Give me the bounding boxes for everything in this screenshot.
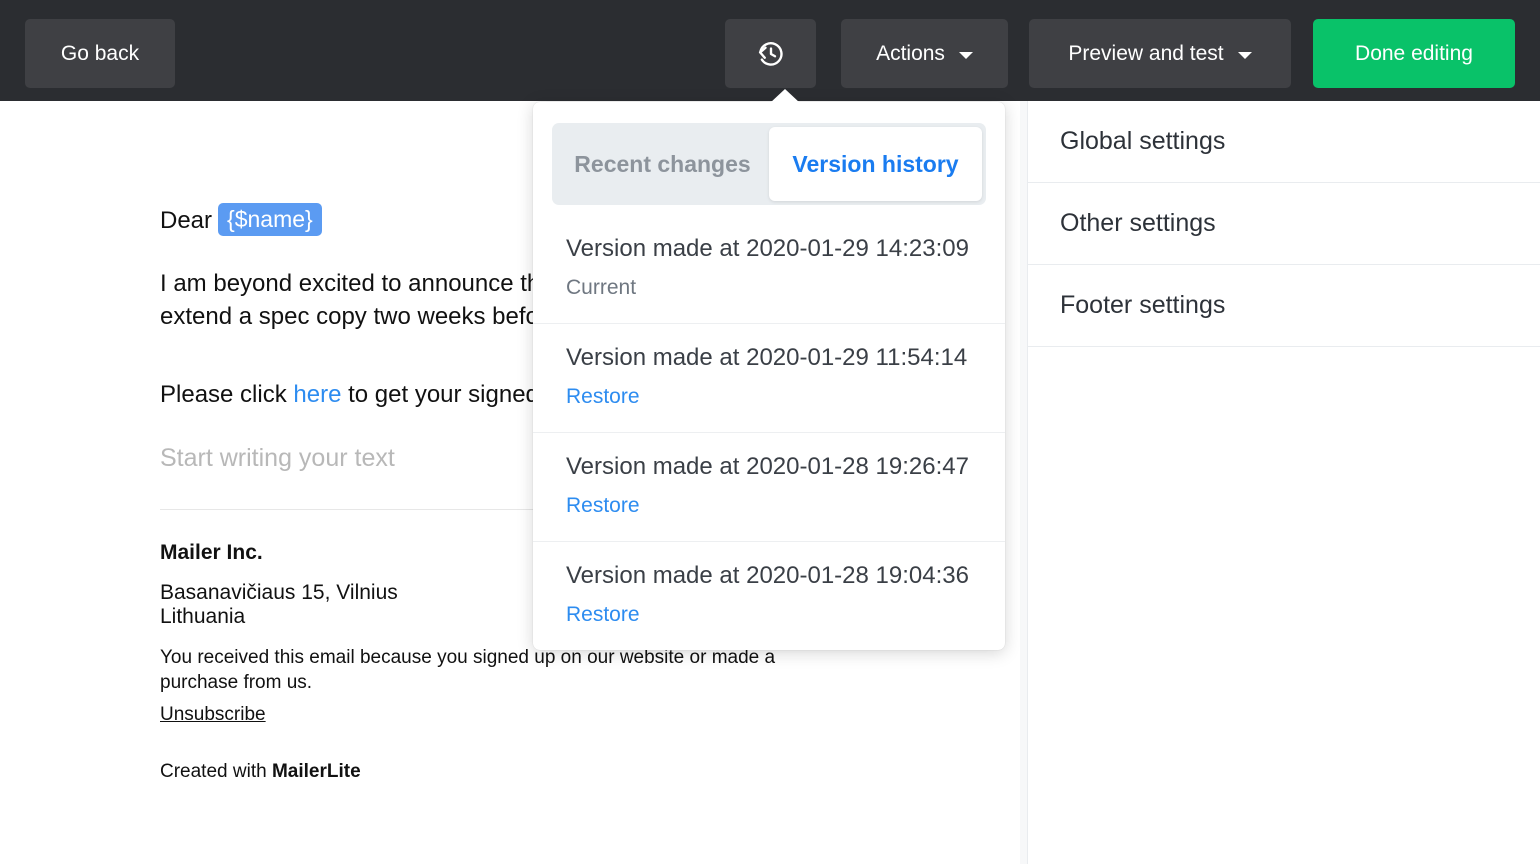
actions-dropdown-button[interactable]: Actions <box>841 19 1008 88</box>
go-back-label: Go back <box>61 42 139 66</box>
version-list-item[interactable]: Version made at 2020-01-29 14:23:09 Curr… <box>533 215 1005 323</box>
settings-sidebar: Global settings Other settings Footer se… <box>1027 101 1540 864</box>
preview-and-test-label: Preview and test <box>1068 42 1223 66</box>
version-timestamp: Version made at 2020-01-28 19:04:36 <box>566 561 972 591</box>
preview-and-test-dropdown-button[interactable]: Preview and test <box>1029 19 1291 88</box>
restore-version-link[interactable]: Restore <box>566 602 972 628</box>
footer-address-line-1: Basanavičiaus 15, Vilnius <box>160 581 398 605</box>
chevron-down-icon <box>959 52 973 59</box>
popover-tabbar: Recent changes Version history <box>552 123 986 205</box>
sidebar-item-label: Global settings <box>1060 127 1225 156</box>
version-history-button[interactable] <box>725 19 816 88</box>
done-editing-button[interactable]: Done editing <box>1313 19 1515 88</box>
tab-label: Version history <box>792 151 958 178</box>
tab-version-history[interactable]: Version history <box>769 127 982 201</box>
actions-label: Actions <box>876 42 945 66</box>
top-toolbar: Go back Actions Preview and test Done ed… <box>0 0 1540 101</box>
version-timestamp: Version made at 2020-01-29 11:54:14 <box>566 343 972 373</box>
sidebar-item-other-settings[interactable]: Other settings <box>1028 183 1540 265</box>
sidebar-item-label: Other settings <box>1060 209 1216 238</box>
history-clock-icon <box>756 39 786 69</box>
footer-legal-text[interactable]: You received this email because you sign… <box>160 645 800 695</box>
version-list-item[interactable]: Version made at 2020-01-28 19:26:47 Rest… <box>533 432 1005 541</box>
paragraph-2-pre-text: Please click <box>160 381 293 408</box>
version-list: Version made at 2020-01-29 14:23:09 Curr… <box>533 205 1005 650</box>
go-back-button[interactable]: Go back <box>25 19 175 88</box>
email-editor-app: Go back Actions Preview and test Done ed… <box>0 0 1540 864</box>
restore-version-link[interactable]: Restore <box>566 384 972 410</box>
here-link[interactable]: here <box>293 381 341 408</box>
footer-address-line-2: Lithuania <box>160 605 398 629</box>
sidebar-gutter <box>1020 101 1027 864</box>
version-list-item[interactable]: Version made at 2020-01-28 19:04:36 Rest… <box>533 541 1005 650</box>
mailerlite-brand[interactable]: MailerLite <box>272 761 361 782</box>
version-current-label: Current <box>566 275 972 301</box>
unsubscribe-link[interactable]: Unsubscribe <box>160 702 266 727</box>
tab-recent-changes[interactable]: Recent changes <box>556 127 769 201</box>
chevron-down-icon <box>1238 52 1252 59</box>
footer-company-name[interactable]: Mailer Inc. <box>160 539 263 566</box>
paragraph-2-post-text: to get your signed c <box>341 381 557 408</box>
created-with-prefix: Created with <box>160 761 272 782</box>
greeting-text: Dear <box>160 207 212 234</box>
version-list-item[interactable]: Version made at 2020-01-29 11:54:14 Rest… <box>533 323 1005 432</box>
restore-version-link[interactable]: Restore <box>566 493 972 519</box>
popover-arrow-icon <box>770 89 800 103</box>
version-timestamp: Version made at 2020-01-29 14:23:09 <box>566 234 972 264</box>
created-with-text: Created with MailerLite <box>160 759 361 784</box>
tab-label: Recent changes <box>574 151 750 178</box>
done-editing-label: Done editing <box>1355 42 1473 66</box>
email-greeting-block[interactable]: Dear{$name} <box>160 204 322 237</box>
version-timestamp: Version made at 2020-01-28 19:26:47 <box>566 452 972 482</box>
version-history-popover: Recent changes Version history Version m… <box>533 102 1005 650</box>
sidebar-item-footer-settings[interactable]: Footer settings <box>1028 265 1540 347</box>
merge-tag-chip[interactable]: {$name} <box>218 203 322 236</box>
sidebar-item-label: Footer settings <box>1060 291 1225 320</box>
sidebar-item-global-settings[interactable]: Global settings <box>1028 101 1540 183</box>
footer-address[interactable]: Basanavičiaus 15, Vilnius Lithuania <box>160 581 398 629</box>
